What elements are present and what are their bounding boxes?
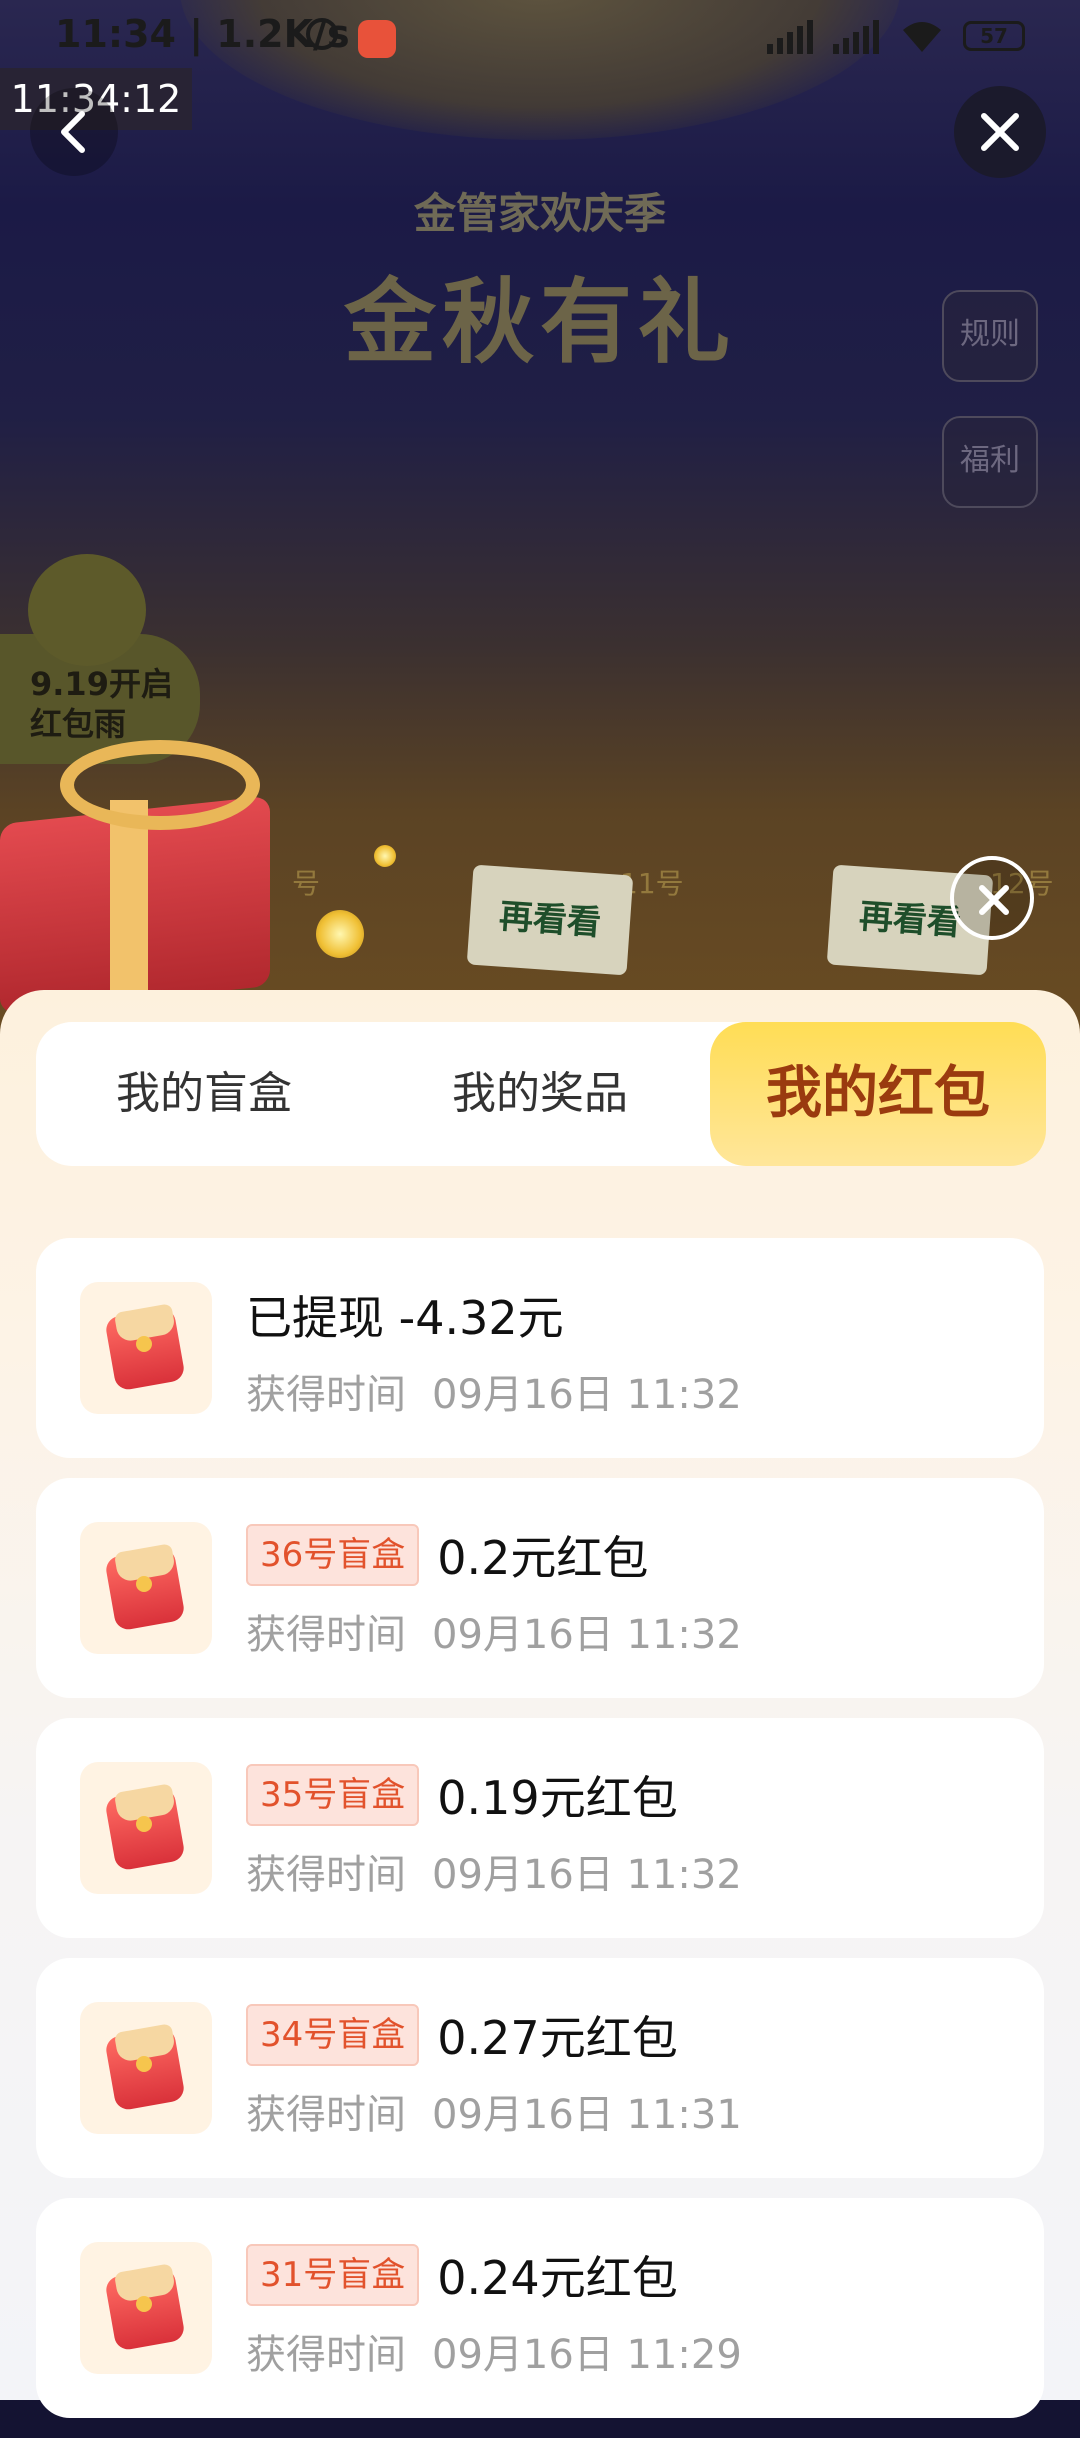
close-icon [981,113,1019,151]
coin-icon [316,910,364,958]
time-value: 09月16日 11:29 [432,2332,742,2378]
app-icon [358,20,396,58]
close-icon [979,885,1009,915]
item-heading: 已提现 -4.32元 [246,1282,564,1348]
time-value: 09月16日 11:32 [432,1852,742,1898]
red-envelope-icon [80,2002,212,2134]
item-heading: 34号盲盒 0.27元红包 [246,2002,678,2068]
item-heading: 35号盲盒 0.19元红包 [246,1762,678,1828]
list-item: 31号盲盒 0.24元红包 获得时间 09月16日 11:29 [36,2198,1044,2418]
item-heading: 31号盲盒 0.24元红包 [246,2242,678,2308]
close-page-button[interactable] [954,86,1046,178]
item-title: 0.19元红包 [437,1771,678,1825]
bottom-sheet: 我的盲盒 我的奖品 我的红包 已提现 -4.32元 获得时间 09月16日 11:… [0,990,1080,2418]
red-envelope-icon [80,1522,212,1654]
time-label: 获得时间 [246,1852,406,1898]
back-button[interactable] [30,88,118,176]
wifi-icon [903,22,941,52]
item-time: 获得时间 09月16日 11:31 [246,2082,742,2140]
item-title: 0.27元红包 [437,2011,678,2065]
tab-my-prizes[interactable]: 我的奖品 [372,1022,708,1166]
time-label: 获得时间 [246,1372,406,1418]
blind-box-badge: 34号盲盒 [246,2004,420,2066]
season-title: 金管家欢庆季 [413,189,666,238]
red-packet-rain-promo[interactable]: 9.19开启 红包雨 [0,554,200,764]
red-envelope-icon [80,2242,212,2374]
item-time: 获得时间 09月16日 11:32 [246,1362,742,1420]
alarm-icon [306,18,338,50]
item-time: 获得时间 09月16日 11:32 [246,1602,742,1660]
tab-bar: 我的盲盒 我的奖品 我的红包 [36,1022,1046,1166]
time-value: 09月16日 11:31 [432,2092,742,2138]
background-card: 再看看 [466,864,634,976]
tab-my-red-packets[interactable]: 我的红包 [710,1022,1046,1166]
time-label: 获得时间 [246,2092,406,2138]
close-sheet-button[interactable] [950,856,1034,940]
battery-icon: 57 [963,21,1025,51]
gift-box-illustration [0,730,300,1015]
rules-button[interactable]: 规则 [942,290,1038,382]
item-time: 获得时间 09月16日 11:29 [246,2322,742,2380]
item-heading: 36号盲盒 0.2元红包 [246,1522,648,1588]
coin-icon [374,845,396,867]
blind-box-badge: 31号盲盒 [246,2244,420,2306]
status-icons: 57 [767,18,1025,54]
time-value: 09月16日 11:32 [432,1372,742,1418]
page-title: 金秋有礼 [343,269,736,376]
item-title: 已提现 -4.32元 [246,1291,564,1345]
item-title: 0.24元红包 [437,2251,678,2305]
welfare-button[interactable]: 福利 [942,416,1038,508]
list-item: 34号盲盒 0.27元红包 获得时间 09月16日 11:31 [36,1958,1044,2178]
red-envelope-icon [80,1282,212,1414]
red-packet-icon [28,554,146,666]
red-packet-list: 已提现 -4.32元 获得时间 09月16日 11:32 36号盲盒 0.2元红包… [36,1238,1044,2438]
item-title: 0.2元红包 [437,1531,649,1585]
time-value: 09月16日 11:32 [432,1612,742,1658]
signal-hd-icon [767,18,815,54]
item-time: 获得时间 09月16日 11:32 [246,1842,742,1900]
time-label: 获得时间 [246,1612,406,1658]
list-item: 36号盲盒 0.2元红包 获得时间 09月16日 11:32 [36,1478,1044,1698]
blind-box-badge: 36号盲盒 [246,1524,420,1586]
red-envelope-icon [80,1762,212,1894]
tab-my-blind-box[interactable]: 我的盲盒 [36,1022,372,1166]
gift-ribbon [110,800,148,1010]
list-item: 35号盲盒 0.19元红包 获得时间 09月16日 11:32 [36,1718,1044,1938]
signal-hd-icon [833,18,881,54]
status-bar: 11:34 | 1.2K/s 57 [0,0,1080,78]
promo-line-1: 9.19开启 [30,665,173,703]
blind-box-badge: 35号盲盒 [246,1764,420,1826]
chevron-left-icon [61,111,85,153]
gift-bow [60,740,260,830]
list-item: 已提现 -4.32元 获得时间 09月16日 11:32 [36,1238,1044,1458]
time-label: 获得时间 [246,2332,406,2378]
